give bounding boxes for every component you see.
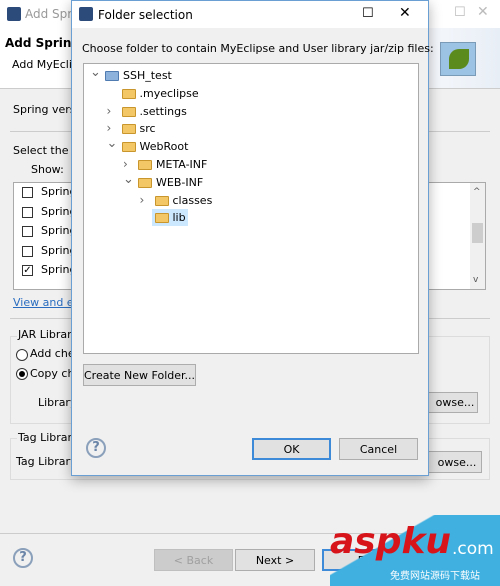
tree-node-label: SSH_test [123,69,172,82]
folder-icon [154,213,169,224]
tree-node-label: META-INF [156,158,208,171]
chevron-right-icon[interactable]: › [123,157,128,171]
list-item-checkbox[interactable] [22,245,33,257]
watermark-sub: 免费网站源码下载站 [390,571,480,582]
list-scrollbar[interactable]: ^ v [470,183,485,289]
spring-version-label: Spring vers [13,103,76,116]
cancel-button[interactable]: Cancel [339,438,418,460]
tree-node-label: lib [172,211,186,225]
maximize-icon[interactable]: ☐ [362,6,374,21]
watermark-suffix: .com [452,539,494,559]
help-icon[interactable]: ? [86,438,106,458]
chevron-right-icon[interactable]: › [140,193,145,207]
spring-logo-icon [440,42,476,76]
list-item-checkbox[interactable]: ✓ [22,265,33,276]
radio-copy-label: Copy ch [30,367,75,380]
back-button[interactable]: < Back [154,549,233,571]
folder-icon [121,142,136,153]
dialog-title: Folder selection [98,8,193,22]
tag-group-label: Tag Librar [17,431,74,444]
chevron-down-icon[interactable]: ⌄ [107,136,118,151]
tree-node-label: WEB-INF [156,175,204,189]
folder-icon [121,106,136,117]
bg-close-icon[interactable]: ✕ [477,4,489,20]
create-new-folder-button[interactable]: Create New Folder... [83,364,196,386]
folder-icon [154,195,169,206]
radio-add[interactable] [16,349,28,361]
instruction-label: Choose folder to contain MyEclipse and U… [82,42,434,55]
list-item-checkbox[interactable] [22,187,33,198]
tag-library-label: Tag Library [16,455,77,468]
folder-icon [138,177,152,188]
show-label: Show: [31,163,64,176]
ok-button[interactable]: OK [252,438,331,460]
view-link[interactable]: View and e [13,296,74,309]
browse-tag-button[interactable]: owse... [420,451,482,473]
radio-copy[interactable] [16,368,28,380]
chevron-down-icon[interactable]: ⌄ [123,172,134,187]
tree-node-label: .myeclipse [139,86,199,100]
app-icon [7,7,21,21]
header-title: Add Spring [5,36,81,50]
tree-node-label: src [139,122,156,136]
folder-icon [121,124,136,135]
next-button[interactable]: Next > [235,549,315,571]
list-item-checkbox[interactable] [22,206,33,218]
watermark: aspku .com 免费网站源码下载站 [330,515,500,586]
watermark-brand: aspku [330,521,452,562]
app-icon [79,7,93,21]
tree-node-label: .settings [139,104,187,118]
chevron-down-icon[interactable]: ⌄ [90,65,101,80]
tree-node-label: WebRoot [139,140,189,154]
header-subtitle: Add MyEcli [12,58,72,71]
folder-icon [121,88,136,99]
bg-maximize-icon[interactable]: ☐ [454,5,466,20]
help-icon[interactable]: ? [13,548,33,568]
list-item-checkbox[interactable] [22,226,33,237]
jar-group-label: JAR Library [17,328,80,341]
chevron-right-icon[interactable]: › [107,104,112,118]
select-label: Select the li [13,144,79,157]
project-icon [105,71,119,81]
chevron-right-icon[interactable]: › [107,121,112,135]
tree-node-label: classes [172,193,213,207]
folder-icon [138,160,152,170]
folder-selection-dialog: Folder selection ☐ ✕ Choose folder to co… [71,0,434,476]
radio-add-label: Add che [30,347,75,360]
close-icon[interactable]: ✕ [399,5,411,21]
